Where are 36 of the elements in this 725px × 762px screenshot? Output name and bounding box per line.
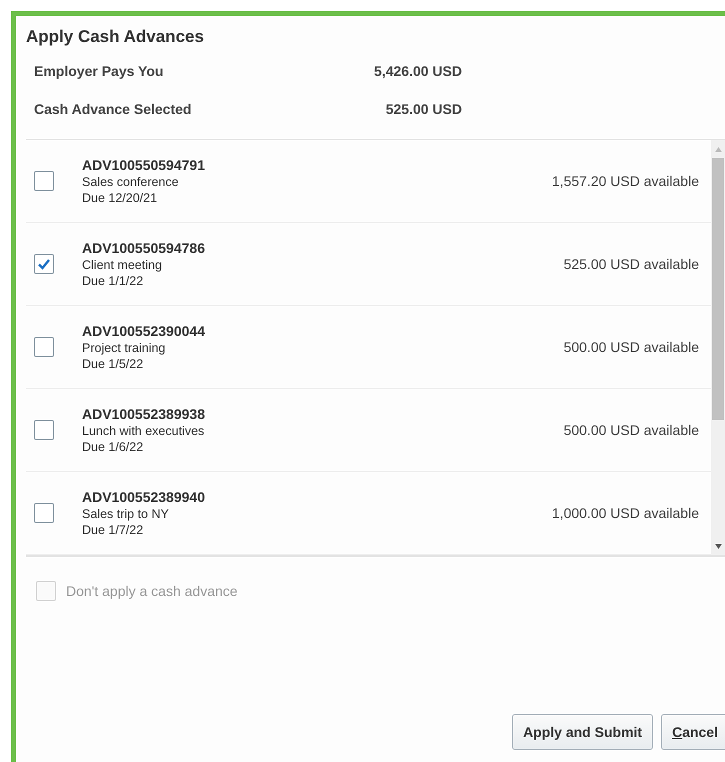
available-amount: 1,000.00 USD available [552,505,699,521]
advance-id: ADV100550594786 [82,240,206,256]
summary-label: Employer Pays You [34,63,164,79]
due-date: Due 12/20/21 [82,191,158,205]
due-date: Due 1/6/22 [82,440,144,454]
due-date: Due 1/7/22 [82,523,144,537]
scroll-down-icon[interactable] [714,544,722,548]
advance-id: ADV100552389938 [82,406,206,422]
advance-purpose: Sales conference [82,175,180,189]
available-amount: 1,557.20 USD available [552,173,699,189]
checkbox[interactable] [34,420,54,440]
available-amount: 500.00 USD available [564,422,699,438]
checkbox[interactable] [34,337,54,357]
available-amount: 500.00 USD available [564,339,699,355]
advance-id: ADV100550594791 [82,157,206,173]
scrollbar[interactable] [711,140,725,555]
advance-id: ADV100552389940 [82,489,206,505]
dialog-button[interactable]: Apply and Submit [512,714,654,750]
due-date: Due 1/5/22 [82,357,144,371]
dialog-title: Apply Cash Advances [26,27,205,47]
advance-id: ADV100552390044 [82,323,206,339]
summary-value: 5,426.00 USD [373,63,462,79]
checkbox[interactable] [34,254,54,274]
available-amount: 525.00 USD available [564,256,699,272]
advance-purpose: Lunch with executives [82,424,206,438]
scroll-up-icon[interactable] [714,146,722,152]
checkbox[interactable] [34,171,54,191]
advance-purpose: Sales trip to NY [82,507,170,521]
checkbox-label: Don't apply a cash advance [66,583,238,599]
dialog-button[interactable]: Cancel [661,714,725,750]
advance-purpose: Client meeting [82,258,163,272]
advance-purpose: Project training [82,341,166,355]
checkbox[interactable] [34,503,54,523]
summary-value: 525.00 USD [384,101,462,117]
due-date: Due 1/1/22 [82,274,144,288]
summary-label: Cash Advance Selected [34,101,192,117]
